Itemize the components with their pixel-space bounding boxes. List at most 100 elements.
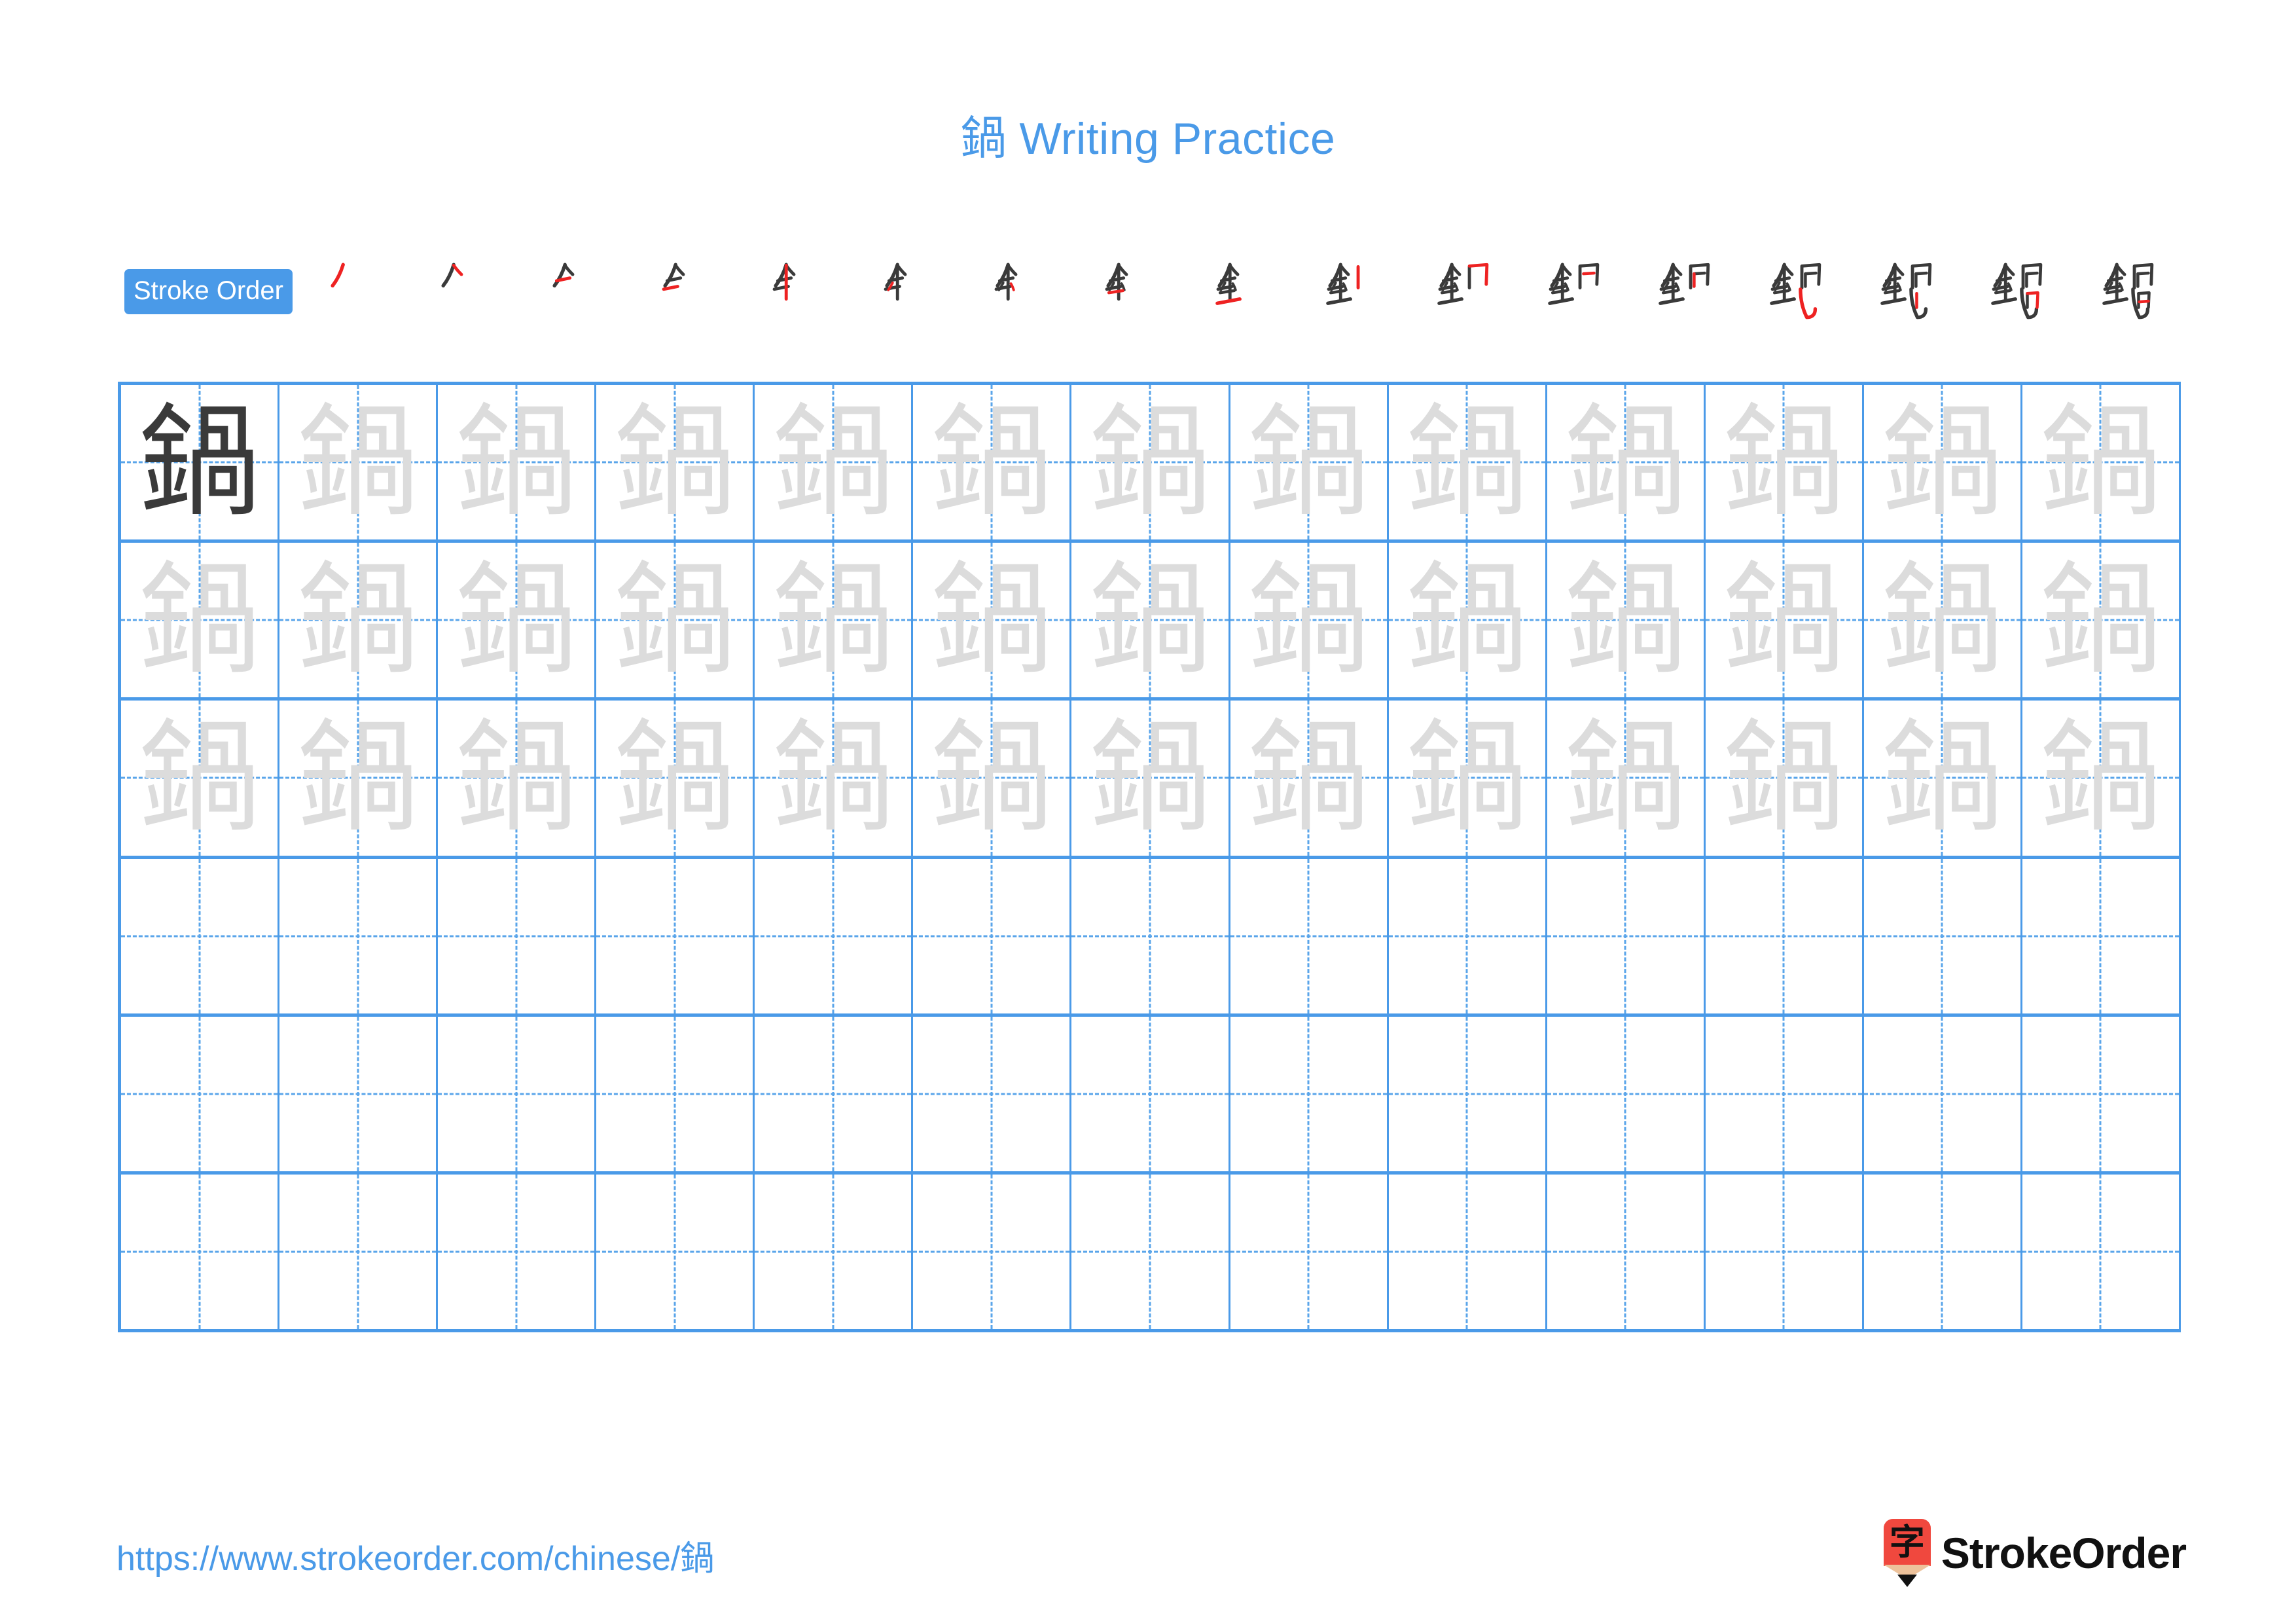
grid-cell[interactable]: 鍋 (913, 543, 1072, 698)
grid-cell[interactable]: 鍋 (1547, 543, 1706, 698)
footer-url-character: 鍋 (680, 1539, 715, 1578)
grid-cell[interactable]: 鍋 (755, 543, 914, 698)
grid-cell[interactable] (1547, 1016, 1706, 1171)
grid-cell[interactable]: 鍋 (596, 543, 755, 698)
grid-cell[interactable] (1071, 1016, 1230, 1171)
grid-cell[interactable] (1071, 1174, 1230, 1330)
trace-character: 鍋 (614, 549, 736, 691)
grid-cell[interactable] (596, 858, 755, 1013)
grid-cell[interactable]: 鍋 (1071, 701, 1230, 856)
grid-cell[interactable] (1389, 1016, 1547, 1171)
grid-cell[interactable] (1071, 858, 1230, 1013)
stroke-order-section: Stroke Order (124, 253, 2186, 330)
grid-cell[interactable]: 鍋 (279, 385, 439, 540)
grid-cell[interactable] (1230, 858, 1389, 1013)
brand-logo[interactable]: 字 StrokeOrder (1883, 1518, 2187, 1588)
grid-cell[interactable]: 鍋 (1864, 701, 2022, 856)
trace-character: 鍋 (1089, 391, 1211, 533)
footer-url-link[interactable]: https://www.strokeorder.com/chinese/鍋 (117, 1531, 714, 1580)
stroke-step-7 (967, 253, 1077, 330)
grid-cell[interactable] (1230, 1016, 1389, 1171)
grid-cell[interactable]: 鍋 (1706, 701, 1864, 856)
grid-cell[interactable] (1547, 858, 1706, 1013)
grid-cell[interactable] (2022, 858, 2181, 1013)
grid-cell[interactable]: 鍋 (2022, 543, 2181, 698)
grid-cell[interactable] (121, 1016, 280, 1171)
grid-cell[interactable] (279, 1016, 439, 1171)
grid-cell[interactable]: 鍋 (2022, 385, 2181, 540)
grid-cell[interactable] (1706, 1174, 1864, 1330)
grid-cell[interactable] (1547, 1174, 1706, 1330)
stroke-step-9 (1189, 253, 1299, 330)
grid-cell[interactable]: 鍋 (279, 701, 439, 856)
grid-cell[interactable] (438, 1174, 597, 1330)
grid-cell[interactable]: 鍋 (121, 385, 280, 540)
grid-cell[interactable]: 鍋 (1389, 543, 1547, 698)
grid-cell[interactable] (755, 1174, 914, 1330)
trace-character: 鍋 (614, 706, 736, 848)
grid-cell[interactable]: 鍋 (121, 543, 280, 698)
grid-cell[interactable]: 鍋 (1389, 385, 1547, 540)
grid-cell[interactable]: 鍋 (596, 701, 755, 856)
grid-cell[interactable]: 鍋 (279, 543, 439, 698)
grid-cell[interactable] (438, 858, 597, 1013)
grid-cell[interactable] (438, 1016, 597, 1171)
pencil-glyph-character: 字 (1889, 1522, 1925, 1563)
grid-cell[interactable] (1706, 1016, 1864, 1171)
grid-cell[interactable]: 鍋 (913, 701, 1072, 856)
trace-character: 鍋 (1406, 391, 1528, 533)
grid-cell[interactable]: 鍋 (1071, 543, 1230, 698)
stroke-step-5 (745, 253, 855, 330)
grid-cell[interactable]: 鍋 (121, 701, 280, 856)
grid-cell[interactable]: 鍋 (2022, 701, 2181, 856)
grid-cell[interactable] (1864, 858, 2022, 1013)
grid-cell[interactable]: 鍋 (438, 543, 597, 698)
grid-cell[interactable] (913, 1174, 1072, 1330)
grid-cell[interactable] (596, 1174, 755, 1330)
grid-cell[interactable] (1389, 1174, 1547, 1330)
grid-cell[interactable]: 鍋 (1706, 385, 1864, 540)
grid-cell[interactable] (121, 1174, 280, 1330)
grid-cell[interactable] (1389, 858, 1547, 1013)
grid-cell[interactable] (913, 858, 1072, 1013)
grid-cell[interactable]: 鍋 (1230, 701, 1389, 856)
trace-character: 鍋 (1564, 549, 1686, 691)
grid-cell[interactable]: 鍋 (755, 701, 914, 856)
trace-character: 鍋 (456, 391, 577, 533)
grid-cell[interactable]: 鍋 (438, 385, 597, 540)
trace-character: 鍋 (1881, 391, 2003, 533)
grid-cell[interactable] (121, 858, 280, 1013)
trace-character: 鍋 (2039, 391, 2161, 533)
grid-cell[interactable]: 鍋 (1389, 701, 1547, 856)
grid-cell[interactable] (279, 858, 439, 1013)
trace-character: 鍋 (1723, 391, 1844, 533)
stroke-order-badge: Stroke Order (124, 268, 293, 314)
grid-cell[interactable]: 鍋 (596, 385, 755, 540)
grid-cell[interactable] (755, 858, 914, 1013)
grid-cell[interactable]: 鍋 (1864, 385, 2022, 540)
grid-cell[interactable]: 鍋 (755, 385, 914, 540)
grid-cell[interactable]: 鍋 (1706, 543, 1864, 698)
trace-character: 鍋 (297, 391, 419, 533)
grid-cell[interactable] (1706, 858, 1864, 1013)
trace-character: 鍋 (1723, 706, 1844, 848)
grid-cell[interactable]: 鍋 (1071, 385, 1230, 540)
grid-cell[interactable] (1864, 1016, 2022, 1171)
grid-cell[interactable] (279, 1174, 439, 1330)
grid-cell[interactable] (913, 1016, 1072, 1171)
grid-cell[interactable] (596, 1016, 755, 1171)
grid-cell[interactable]: 鍋 (1230, 385, 1389, 540)
grid-cell[interactable]: 鍋 (1547, 385, 1706, 540)
stroke-step-4 (634, 253, 745, 330)
grid-cell[interactable] (1230, 1174, 1389, 1330)
grid-cell[interactable]: 鍋 (1864, 543, 2022, 698)
trace-character: 鍋 (931, 706, 1052, 848)
grid-cell[interactable]: 鍋 (1547, 701, 1706, 856)
grid-cell[interactable] (1864, 1174, 2022, 1330)
grid-cell[interactable] (2022, 1174, 2181, 1330)
grid-cell[interactable]: 鍋 (913, 385, 1072, 540)
grid-cell[interactable] (755, 1016, 914, 1171)
grid-cell[interactable]: 鍋 (438, 701, 597, 856)
grid-cell[interactable]: 鍋 (1230, 543, 1389, 698)
grid-cell[interactable] (2022, 1016, 2181, 1171)
